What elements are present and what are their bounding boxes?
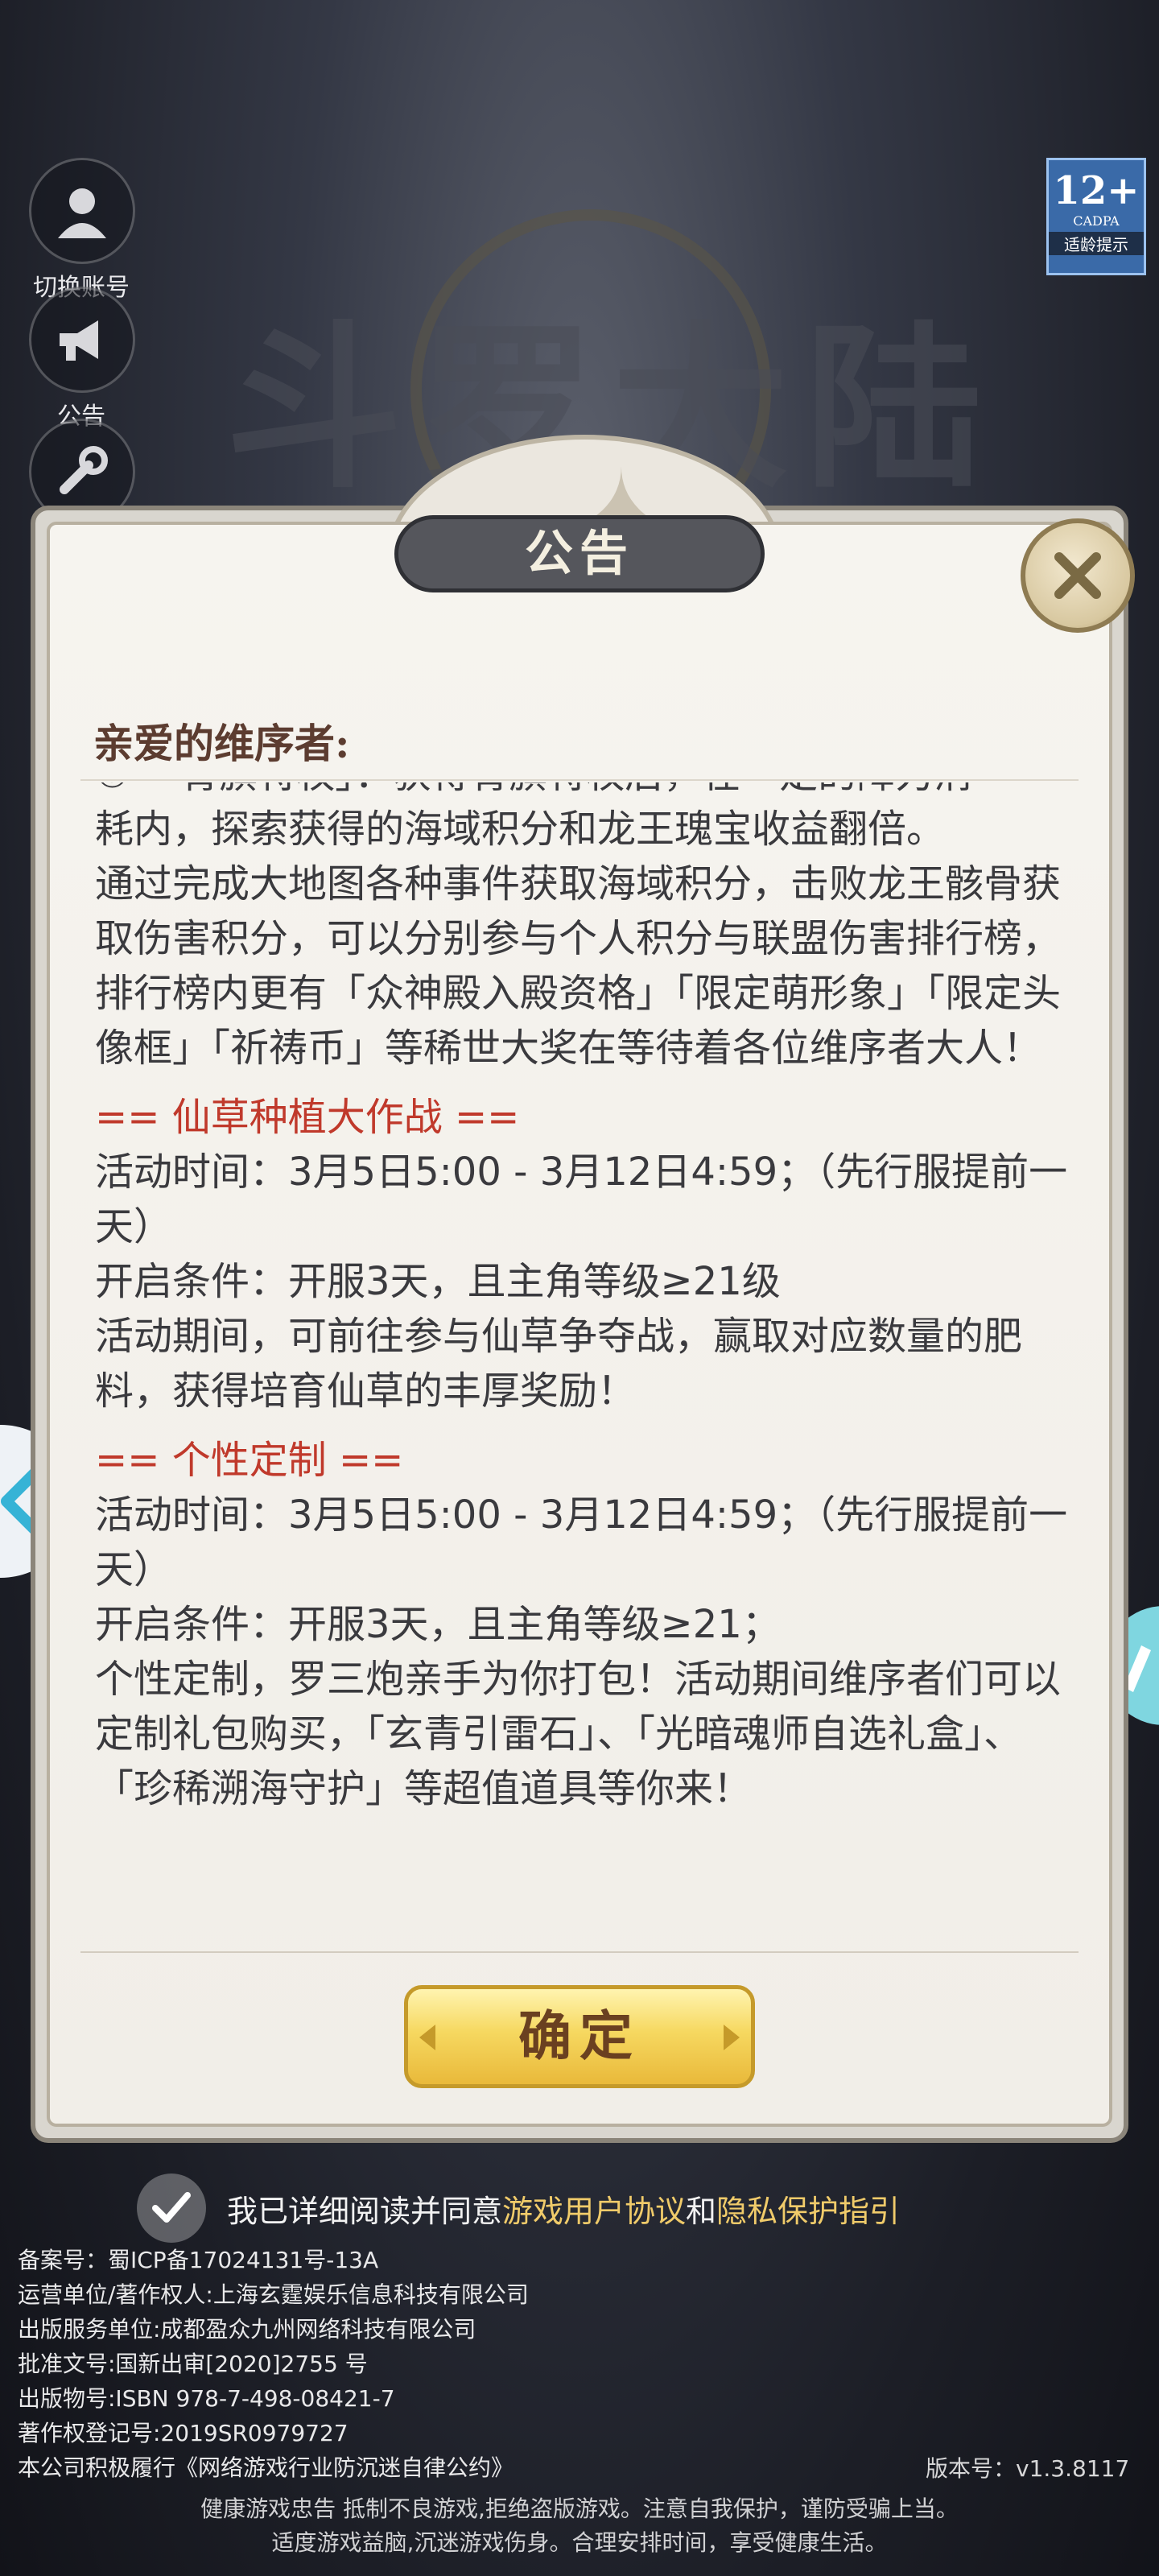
paragraph: 耗内，探索获得的海域积分和龙王瑰宝收益翻倍。 <box>95 807 946 852</box>
section-line: 活动时间：3月5日5:00 - 3月12日4:59；（先行服提前一天） <box>95 1150 1068 1249</box>
paragraph: 通过完成大地图各种事件获取海域积分，击败龙王骸骨获取伤害积分，可以分别参与个人积… <box>95 861 1062 1071</box>
user-icon <box>29 158 135 264</box>
announcement-scroll-content[interactable]: ⑤ 「青旗特权」：获得青旗特权后，在一定的降力消 耗内，探索获得的海域积分和龙王… <box>95 782 1069 1905</box>
version-label: 版本号：v1.3.8117 <box>926 2455 1130 2482</box>
info-line: 运营单位/著作权人:上海玄霆娱乐信息科技有限公司 <box>18 2281 529 2308</box>
info-line: 备案号：蜀ICP备17024131号-13A <box>18 2247 379 2273</box>
privacy-policy-link[interactable]: 隐私保护指引 <box>716 2186 900 2231</box>
agreement-row: 我已详细阅读并同意 游戏用户协议 和 隐私保护指引 <box>137 2174 900 2243</box>
divider <box>80 779 1079 781</box>
health-advice: 健康游戏忠告 抵制不良游戏,拒绝盗版游戏。注意自我保护，谨防受骗上当。 适度游戏… <box>0 2492 1159 2560</box>
health-advice-line: 适度游戏益脑,沉迷游戏伤身。合理安排时间，享受健康生活。 <box>271 2529 888 2556</box>
section-line: 开启条件：开服3天，且主角等级≥21； <box>95 1602 781 1647</box>
license-info: 备案号：蜀ICP备17024131号-13A 运营单位/著作权人:上海玄霆娱乐信… <box>18 2243 529 2485</box>
dialog-greeting: 亲爱的维序者: <box>93 720 350 767</box>
checkmark-icon <box>152 2192 191 2223</box>
age-rating-org: CADPA <box>1073 213 1120 229</box>
section-line: 开启条件：开服3天，且主角等级≥21级 <box>95 1259 781 1304</box>
confirm-button[interactable]: 确定 <box>404 1985 755 2088</box>
section-heading: == 仙草种植大作战 == <box>95 1095 520 1140</box>
section-line: 活动期间，可前往参与仙草争夺战，赢取对应数量的肥料，获得培育仙草的丰厚奖励！ <box>95 1314 1023 1414</box>
dialog-title: 公告 <box>394 515 765 592</box>
announcement-button[interactable]: 公告 <box>29 287 135 431</box>
info-line: 著作权登记号:2019SR0979727 <box>18 2420 349 2446</box>
section-line: 活动时间：3月5日5:00 - 3月12日4:59；（先行服提前一天） <box>95 1492 1068 1592</box>
megaphone-icon <box>29 287 135 393</box>
close-button[interactable] <box>1021 518 1135 633</box>
section-heading: == 个性定制 == <box>95 1438 404 1483</box>
info-line: 批准文号:国新出审[2020]2755 号 <box>18 2351 368 2377</box>
agree-checkbox[interactable] <box>137 2174 206 2243</box>
agreement-middle: 和 <box>686 2193 717 2229</box>
age-rating-badge[interactable]: 12+ CADPA 适龄提示 <box>1046 158 1146 275</box>
age-rating-label: 适龄提示 <box>1049 232 1144 255</box>
switch-account-button[interactable]: 切换账号 <box>29 158 135 303</box>
agreement-prefix: 我已详细阅读并同意 <box>227 2193 503 2229</box>
health-advice-line: 健康游戏忠告 抵制不良游戏,拒绝盗版游戏。注意自我保护，谨防受骗上当。 <box>200 2496 959 2522</box>
user-agreement-link[interactable]: 游戏用户协议 <box>502 2186 686 2231</box>
cut-off-line: ⑤ 「青旗特权」：获得青旗特权后，在一定的降力消 <box>95 782 1069 802</box>
info-line: 本公司积极履行《网络游戏行业防沉迷自律公约》 <box>18 2454 514 2481</box>
info-line: 出版服务单位:成都盈众九州网络科技有限公司 <box>18 2316 476 2343</box>
close-icon <box>1054 552 1101 599</box>
age-rating-value: 12+ <box>1053 168 1140 213</box>
divider <box>80 1951 1079 1953</box>
section-line: 个性定制，罗三炮亲手为你打包！活动期间维序者们可以定制礼包购买，「玄青引雷石」、… <box>95 1657 1062 1811</box>
info-line: 出版物号:ISBN 978-7-498-08421-7 <box>18 2385 395 2412</box>
